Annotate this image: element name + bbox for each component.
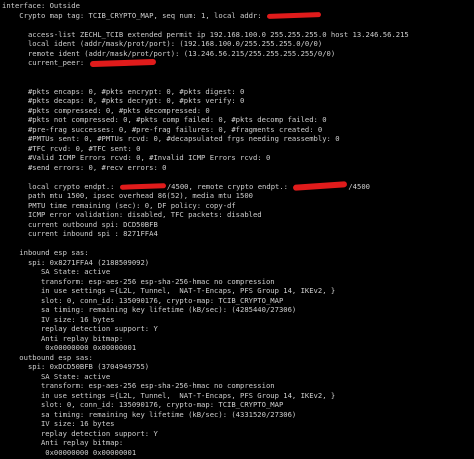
line-text: IV size: 16 bytes — [2, 419, 115, 428]
terminal-line: #PMTUs sent: 0, #PMTUs rcvd: 0, #decapsu… — [2, 134, 474, 144]
terminal-line: #TFC rcvd: 0, #TFC sent: 0 — [2, 144, 474, 154]
terminal-line: Anti replay bitmap: — [2, 438, 474, 448]
terminal-line: current_peer: — [2, 58, 474, 68]
terminal-line: in use settings ={L2L, Tunnel, NAT-T-Enc… — [2, 286, 474, 296]
terminal-line: PMTU time remaining (sec): 0, DF policy:… — [2, 201, 474, 211]
line-text: Anti replay bitmap: — [2, 333, 124, 343]
line-text: /4500, remote crypto endpt.: — [166, 181, 293, 191]
terminal-line: #pkts compressed: 0, #pkts decompressed:… — [2, 106, 474, 116]
line-text: transform: esp-aes-256 esp-sha-256-hmac … — [2, 381, 275, 390]
line-text: #Valid ICMP Errors rcvd: 0, #Invalid ICM… — [2, 153, 271, 162]
line-text: IV size: 16 bytes — [2, 314, 115, 324]
terminal-line: transform: esp-aes-256 esp-sha-256-hmac … — [2, 277, 474, 287]
terminal-line: #send errors: 0, #recv errors: 0 — [2, 163, 474, 173]
line-text: ICMP error validation: disabled, TFC pac… — [2, 210, 262, 219]
line-text: #send errors: 0, #recv errors: 0 — [2, 162, 167, 172]
terminal-line: outbound esp sas: — [2, 353, 474, 363]
line-text: SA State: active — [2, 371, 111, 381]
line-text: #pkts not compressed: 0, #pkts comp fail… — [2, 115, 327, 124]
terminal-line: slot: 0, conn_id: 135090176, crypto-map:… — [2, 296, 474, 306]
terminal-line: #pkts encaps: 0, #pkts encrypt: 0, #pkts… — [2, 87, 474, 97]
redaction-mark — [293, 181, 348, 192]
terminal-line: local ident (addr/mask/prot/port): (192.… — [2, 39, 474, 49]
terminal-line: IV size: 16 bytes — [2, 419, 474, 429]
terminal-line: Crypto map tag: TCIB_CRYPTO_MAP, seq num… — [2, 11, 474, 21]
terminal-line: 0x00000000 0x00000001 — [2, 343, 474, 353]
terminal-line: #pkts decaps: 0, #pkts decrypt: 0, #pkts… — [2, 96, 474, 106]
terminal-line: spi: 0x8271FFA4 (2188509092) — [2, 258, 474, 268]
redaction-mark — [89, 58, 156, 67]
line-text: Crypto map tag: TCIB_CRYPTO_MAP, seq num… — [2, 10, 266, 20]
line-text: local crypto endpt.: — [2, 181, 119, 191]
line-text: slot: 0, conn_id: 135090176, crypto-map:… — [2, 295, 284, 305]
line-text: Anti replay bitmap: — [2, 438, 124, 447]
line-text: replay detection support: Y — [2, 428, 158, 438]
line-text: transform: esp-aes-256 esp-sha-256-hmac … — [2, 276, 275, 286]
terminal-line: transform: esp-aes-256 esp-sha-256-hmac … — [2, 381, 474, 391]
line-text: access-list ZECHL_TCIB extended permit i… — [2, 29, 409, 39]
line-text: 0x00000000 0x00000001 — [2, 447, 137, 457]
line-text: outbound esp sas: — [2, 352, 93, 362]
terminal-line: access-list ZECHL_TCIB extended permit i… — [2, 30, 474, 40]
line-text: current inbound spi : 8271FFA4 — [2, 229, 158, 238]
terminal-line: slot: 0, conn_id: 135090176, crypto-map:… — [2, 400, 474, 410]
terminal-line: spi: 0xDCD50BFB (3704949755) — [2, 362, 474, 372]
terminal-line: IV size: 16 bytes — [2, 315, 474, 325]
line-text: spi: 0xDCD50BFB (3704949755) — [2, 362, 150, 371]
line-text: current outbound spi: DCD50BFB — [2, 219, 158, 229]
terminal-line: #pkts not compressed: 0, #pkts comp fail… — [2, 115, 474, 125]
terminal-line: 0x00000000 0x00000001 — [2, 448, 474, 458]
terminal-line: current inbound spi : 8271FFA4 — [2, 229, 474, 239]
terminal-line: ICMP error validation: disabled, TFC pac… — [2, 210, 474, 220]
line-text: #pkts encaps: 0, #pkts encrypt: 0, #pkts… — [2, 86, 245, 96]
terminal-line: #pre-frag successes: 0, #pre-frag failur… — [2, 125, 474, 135]
line-text: path mtu 1500, ipsec overhead 86(52), me… — [2, 191, 253, 200]
line-text: in use settings ={L2L, Tunnel, NAT-T-Enc… — [2, 286, 336, 295]
terminal-line: replay detection support: Y — [2, 429, 474, 439]
line-text: current_peer: — [2, 58, 89, 67]
line-text: /4500 — [348, 181, 370, 191]
line-text: SA State: active — [2, 267, 111, 276]
line-text: #pkts compressed: 0, #pkts decompressed:… — [2, 105, 210, 115]
terminal-line: SA State: active — [2, 372, 474, 382]
line-text: sa timing: remaining key lifetime (kB/se… — [2, 305, 297, 314]
terminal-line: inbound esp sas: — [2, 248, 474, 258]
line-text: remote ident (addr/mask/prot/port): (13.… — [2, 48, 336, 58]
terminal-line: sa timing: remaining key lifetime (kB/se… — [2, 410, 474, 420]
line-text: inbound esp sas: — [2, 248, 89, 257]
line-text: slot: 0, conn_id: 135090176, crypto-map:… — [2, 400, 284, 409]
terminal-line: #Valid ICMP Errors rcvd: 0, #Invalid ICM… — [2, 153, 474, 163]
terminal-line: in use settings ={L2L, Tunnel, NAT-T-Enc… — [2, 391, 474, 401]
line-text: #PMTUs sent: 0, #PMTUs rcvd: 0, #decapsu… — [2, 134, 340, 143]
line-text: 0x00000000 0x00000001 — [2, 343, 137, 352]
line-text: replay detection support: Y — [2, 324, 158, 333]
line-text: PMTU time remaining (sec): 0, DF policy:… — [2, 200, 236, 210]
terminal-line: remote ident (addr/mask/prot/port): (13.… — [2, 49, 474, 59]
terminal-line: path mtu 1500, ipsec overhead 86(52), me… — [2, 191, 474, 201]
redaction-mark — [119, 182, 166, 190]
terminal-line: interface: Outside — [2, 1, 474, 11]
line-text: in use settings ={L2L, Tunnel, NAT-T-Enc… — [2, 390, 336, 400]
line-text: #pkts decaps: 0, #pkts decrypt: 0, #pkts… — [2, 96, 245, 105]
terminal-line: SA State: active — [2, 267, 474, 277]
redaction-mark — [266, 11, 322, 19]
terminal-line: current outbound spi: DCD50BFB — [2, 220, 474, 230]
line-text: #pre-frag successes: 0, #pre-frag failur… — [2, 124, 323, 134]
line-text: local ident (addr/mask/prot/port): (192.… — [2, 39, 323, 48]
line-text: spi: 0x8271FFA4 (2188509092) — [2, 257, 150, 267]
line-text: sa timing: remaining key lifetime (kB/se… — [2, 409, 297, 419]
line-text: #TFC rcvd: 0, #TFC sent: 0 — [2, 143, 141, 153]
terminal-line: Anti replay bitmap: — [2, 334, 474, 344]
terminal-output[interactable]: interface: Outside Crypto map tag: TCIB_… — [0, 0, 474, 459]
terminal-line: replay detection support: Y — [2, 324, 474, 334]
terminal-line: local crypto endpt.: /4500, remote crypt… — [2, 181, 474, 192]
line-text: interface: Outside — [2, 1, 80, 10]
terminal-line: sa timing: remaining key lifetime (kB/se… — [2, 305, 474, 315]
